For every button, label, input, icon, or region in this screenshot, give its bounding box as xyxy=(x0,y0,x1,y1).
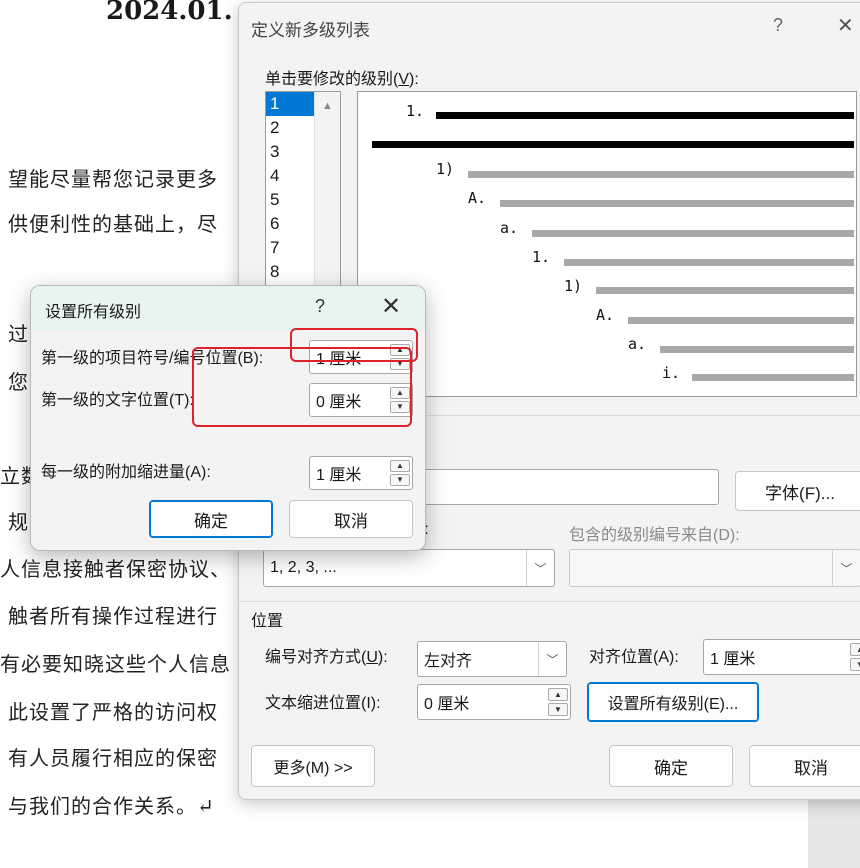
level-item[interactable]: 8 xyxy=(266,260,314,284)
font-button[interactable]: 字体(F)... xyxy=(735,471,860,511)
preview-line xyxy=(436,112,854,119)
preview-label: 1) xyxy=(564,277,583,295)
spin-up-icon[interactable]: ▲ xyxy=(850,643,860,656)
document-line: 供便利性的基础上，尽 xyxy=(8,212,218,236)
preview-line xyxy=(500,200,854,207)
additional-indent-input[interactable]: 1 厘米 ▲ ▼ xyxy=(309,456,413,490)
close-icon[interactable]: ✕ xyxy=(381,292,401,321)
preview-line xyxy=(692,374,854,381)
window-edge xyxy=(808,800,860,868)
text-indent-label: 文本缩进位置(I): xyxy=(265,695,381,712)
preview-line xyxy=(468,171,854,178)
preview-label: 1) xyxy=(436,160,455,178)
help-icon[interactable]: ? xyxy=(773,15,783,36)
level-item[interactable]: 6 xyxy=(266,212,314,236)
section-divider xyxy=(239,601,860,602)
document-line: 您 xyxy=(8,370,29,394)
preview-line xyxy=(660,346,854,353)
preview-label: i. xyxy=(662,364,681,382)
preview-label: a. xyxy=(500,219,519,237)
document-line: 人信息接触者保密协议、 xyxy=(0,557,231,581)
number-style-value: 1, 2, 3, ... xyxy=(270,559,337,576)
highlight-annotation xyxy=(192,347,412,427)
cancel-button[interactable]: 取消 xyxy=(289,500,413,538)
level-item[interactable]: 4 xyxy=(266,164,314,188)
document-line: 望能尽量帮您记录更多 xyxy=(8,167,218,191)
level-list[interactable]: 1 2 3 4 5 6 7 8 ▲ xyxy=(265,91,341,301)
preview-line xyxy=(372,141,854,148)
close-icon[interactable]: ✕ xyxy=(837,13,854,38)
align-at-label: 对齐位置(A): xyxy=(589,649,679,666)
text-indent-input[interactable]: 0 厘米 ▲ ▼ xyxy=(417,684,571,720)
set-all-levels-button[interactable]: 设置所有级别(E)... xyxy=(587,682,759,722)
preview-line xyxy=(532,230,854,237)
text-indent-spinner[interactable]: ▲ ▼ xyxy=(548,688,568,716)
number-align-label: 编号对齐方式(U): xyxy=(265,649,388,666)
cancel-button[interactable]: 取消 xyxy=(749,745,860,787)
level-item[interactable]: 7 xyxy=(266,236,314,260)
chevron-down-icon[interactable]: ﹀ xyxy=(526,550,554,586)
document-line: 过 xyxy=(8,322,29,346)
spin-down-icon[interactable]: ▼ xyxy=(548,703,568,716)
additional-indent-value: 1 厘米 xyxy=(316,467,362,484)
chevron-down-icon: ﹀ xyxy=(832,550,860,586)
level-item[interactable]: 2 xyxy=(266,116,314,140)
document-line: 触者所有操作过程进行 xyxy=(8,604,218,628)
dialog-title: 设置所有级别 xyxy=(45,304,142,321)
document-line: 有必要知晓这些个人信息 xyxy=(0,652,231,676)
level-list-label: 单击要修改的级别(V): xyxy=(265,71,419,88)
spin-down-icon[interactable]: ▼ xyxy=(390,474,410,486)
number-format-field[interactable] xyxy=(399,469,719,505)
document-line: 有人员履行相应的保密 xyxy=(8,746,218,770)
preview-label: a. xyxy=(628,335,647,353)
dialog-title: 定义新多级列表 xyxy=(251,21,370,40)
chevron-down-icon[interactable]: ﹀ xyxy=(538,642,566,676)
preview-line xyxy=(596,287,854,294)
document-line: 此设置了严格的访问权 xyxy=(8,700,218,724)
align-at-input[interactable]: 1 厘米 ▲ ▼ xyxy=(703,639,860,675)
spin-up-icon[interactable]: ▲ xyxy=(390,460,410,472)
scroll-up-icon[interactable]: ▲ xyxy=(322,100,333,112)
ok-button[interactable]: 确定 xyxy=(149,500,273,538)
number-style-select[interactable]: 1, 2, 3, ... ﹀ xyxy=(263,549,555,587)
align-at-value: 1 厘米 xyxy=(710,651,756,668)
number-align-select[interactable]: 左对齐 ﹀ xyxy=(417,641,567,677)
include-level-label: 包含的级别编号来自(D): xyxy=(569,527,740,544)
additional-indent-spinner[interactable]: ▲ ▼ xyxy=(390,460,410,486)
include-level-select: ﹀ xyxy=(569,549,860,587)
preview-label: A. xyxy=(468,189,487,207)
preview-label: 1. xyxy=(532,248,551,266)
spin-up-icon[interactable]: ▲ xyxy=(548,688,568,701)
level-item[interactable]: 3 xyxy=(266,140,314,164)
preview-line xyxy=(564,259,854,266)
preview-label: A. xyxy=(596,306,615,324)
additional-indent-label: 每一级的附加缩进量(A): xyxy=(41,464,211,481)
level-list-scrollbar[interactable]: ▲ xyxy=(314,92,340,300)
document-line: 与我们的合作关系。↵ xyxy=(8,794,215,818)
more-button[interactable]: 更多(M) >> xyxy=(251,745,375,787)
number-align-value: 左对齐 xyxy=(424,653,473,670)
level-item[interactable]: 1 xyxy=(266,92,314,116)
spin-down-icon[interactable]: ▼ xyxy=(850,658,860,671)
level-item[interactable]: 5 xyxy=(266,188,314,212)
help-icon[interactable]: ? xyxy=(315,296,325,317)
list-preview: 1. 1) A. a. 1. 1) A. a. i. xyxy=(357,91,857,397)
document-title: 2024.01. xyxy=(106,0,233,26)
document-line: 规 xyxy=(8,510,29,534)
first-text-position-label: 第一级的文字位置(T): xyxy=(41,392,194,409)
preview-line xyxy=(628,317,854,324)
position-section-title: 位置 xyxy=(251,613,284,630)
ok-button[interactable]: 确定 xyxy=(609,745,733,787)
text-indent-value: 0 厘米 xyxy=(424,696,470,713)
preview-label: 1. xyxy=(406,102,425,120)
align-at-spinner[interactable]: ▲ ▼ xyxy=(850,643,860,671)
